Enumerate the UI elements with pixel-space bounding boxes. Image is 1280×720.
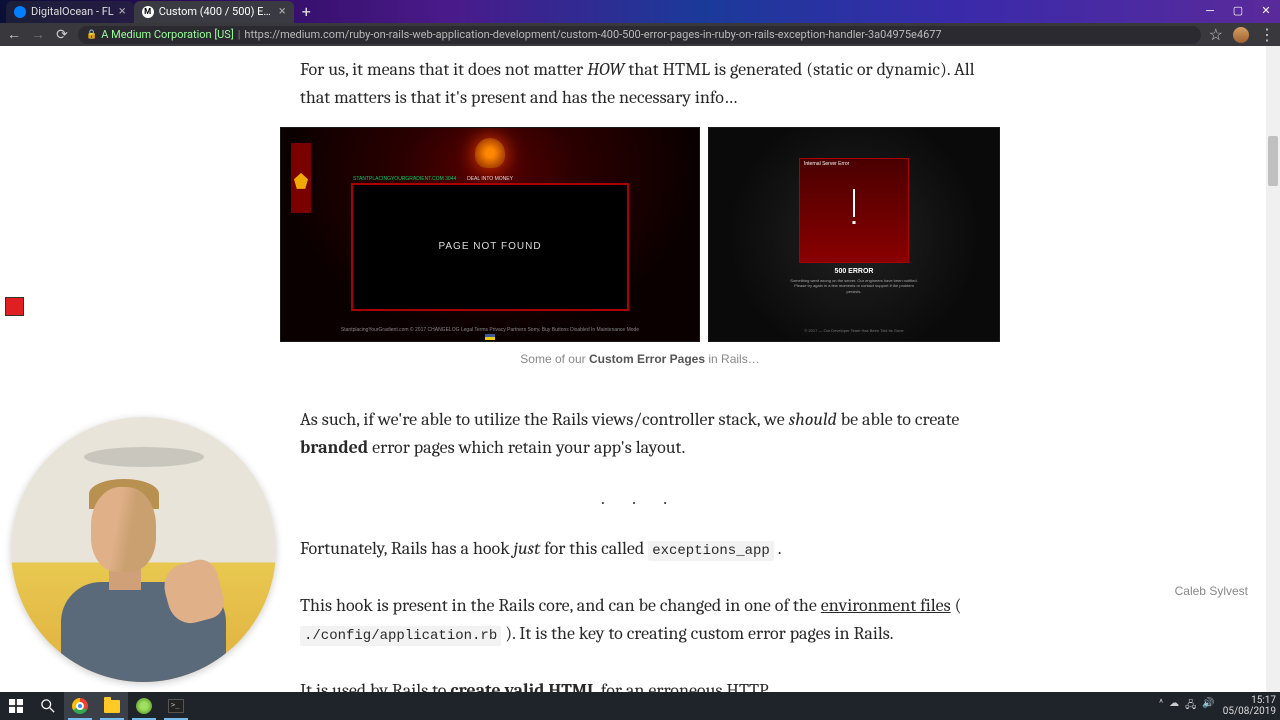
scrollbar-thumb[interactable] (1268, 136, 1278, 186)
error-page-screenshot-404: STANTPLACINGYOURGRADIENT.COM 3044 DEAL I… (280, 127, 700, 342)
paragraph: It is used by Rails to create valid HTML… (300, 677, 980, 693)
lock-icon: 🔒 (86, 30, 97, 40)
paragraph: As such, if we're able to utilize the Ra… (300, 406, 980, 463)
reload-button[interactable]: ⟳ (54, 27, 70, 43)
url-separator: | (238, 28, 241, 41)
folder-icon (104, 700, 120, 713)
record-button[interactable] (5, 297, 24, 316)
figure-caption: Some of our Custom Error Pages in Rails… (280, 352, 1000, 366)
taskbar-app[interactable] (128, 692, 160, 720)
url-identity: A Medium Corporation [US] (101, 28, 234, 41)
terminal-icon (168, 699, 184, 713)
window-controls: ─ ▢ ✕ (1196, 0, 1280, 20)
green-app-icon (136, 698, 152, 714)
error-page-screenshot-500: Internal Server Error 500 ERROR Somethin… (708, 127, 1000, 342)
tab-title: DigitalOcean - FL (31, 5, 114, 18)
tray-chevron-icon[interactable]: ^ (1159, 698, 1163, 715)
environment-files-link[interactable]: environment files (821, 595, 951, 616)
close-icon[interactable]: × (279, 4, 286, 19)
paragraph: Fortunately, Rails has a hook just for t… (300, 535, 980, 563)
vertical-scrollbar[interactable] (1266, 46, 1280, 692)
profile-avatar[interactable] (1233, 27, 1249, 43)
search-button[interactable] (32, 692, 64, 720)
search-icon (41, 699, 55, 713)
tray-network-icon[interactable]: 🖧 (1185, 698, 1196, 715)
tab-medium[interactable]: M Custom (400 / 500) Error Pag × (134, 1, 294, 23)
windows-icon (9, 699, 23, 713)
figure: STANTPLACINGYOURGRADIENT.COM 3044 DEAL I… (280, 127, 1000, 366)
tray-volume-icon[interactable]: 🔊 (1202, 698, 1214, 715)
minimize-button[interactable]: ─ (1196, 0, 1224, 20)
bookmark-icon[interactable]: ☆ (1209, 25, 1223, 44)
favicon-medium: M (142, 6, 154, 18)
url-text: https://medium.com/ruby-on-rails-web-app… (244, 28, 941, 41)
taskbar-chrome[interactable] (64, 692, 96, 720)
forward-button[interactable]: → (30, 26, 46, 43)
paragraph: This hook is present in the Rails core, … (300, 592, 980, 649)
menu-icon[interactable]: ⋮ (1259, 25, 1274, 44)
url-field[interactable]: 🔒 A Medium Corporation [US] | https://me… (78, 26, 1201, 44)
browser-titlebar: DigitalOcean - FL × M Custom (400 / 500)… (0, 0, 1280, 23)
chrome-icon (72, 698, 88, 714)
author-name[interactable]: Caleb Sylvest (1175, 584, 1248, 598)
close-button[interactable]: ✕ (1252, 0, 1280, 20)
address-bar: ← → ⟳ 🔒 A Medium Corporation [US] | http… (0, 23, 1280, 46)
taskbar: ^ ☁ 🖧 🔊 15:17 05/08/2019 (0, 692, 1280, 720)
start-button[interactable] (0, 692, 32, 720)
back-button[interactable]: ← (6, 26, 22, 43)
article-body: For us, it means that it does not matter… (300, 56, 980, 113)
new-tab-button[interactable]: + (294, 2, 319, 21)
close-icon[interactable]: × (119, 4, 126, 19)
tab-digitalocean[interactable]: DigitalOcean - FL × (6, 1, 134, 23)
taskbar-terminal[interactable] (160, 692, 192, 720)
webcam-overlay (11, 417, 276, 682)
tab-title: Custom (400 / 500) Error Pag (159, 5, 274, 18)
tray-cloud-icon[interactable]: ☁ (1169, 698, 1179, 715)
maximize-button[interactable]: ▢ (1224, 0, 1252, 20)
paragraph: For us, it means that it does not matter… (300, 56, 980, 113)
tab-strip: DigitalOcean - FL × M Custom (400 / 500)… (6, 0, 319, 23)
section-divider: . . . (300, 485, 980, 513)
taskbar-explorer[interactable] (96, 692, 128, 720)
clock[interactable]: 15:17 05/08/2019 (1223, 695, 1276, 717)
favicon-digitalocean (14, 6, 26, 18)
system-tray: ^ ☁ 🖧 🔊 15:17 05/08/2019 (1159, 695, 1280, 717)
